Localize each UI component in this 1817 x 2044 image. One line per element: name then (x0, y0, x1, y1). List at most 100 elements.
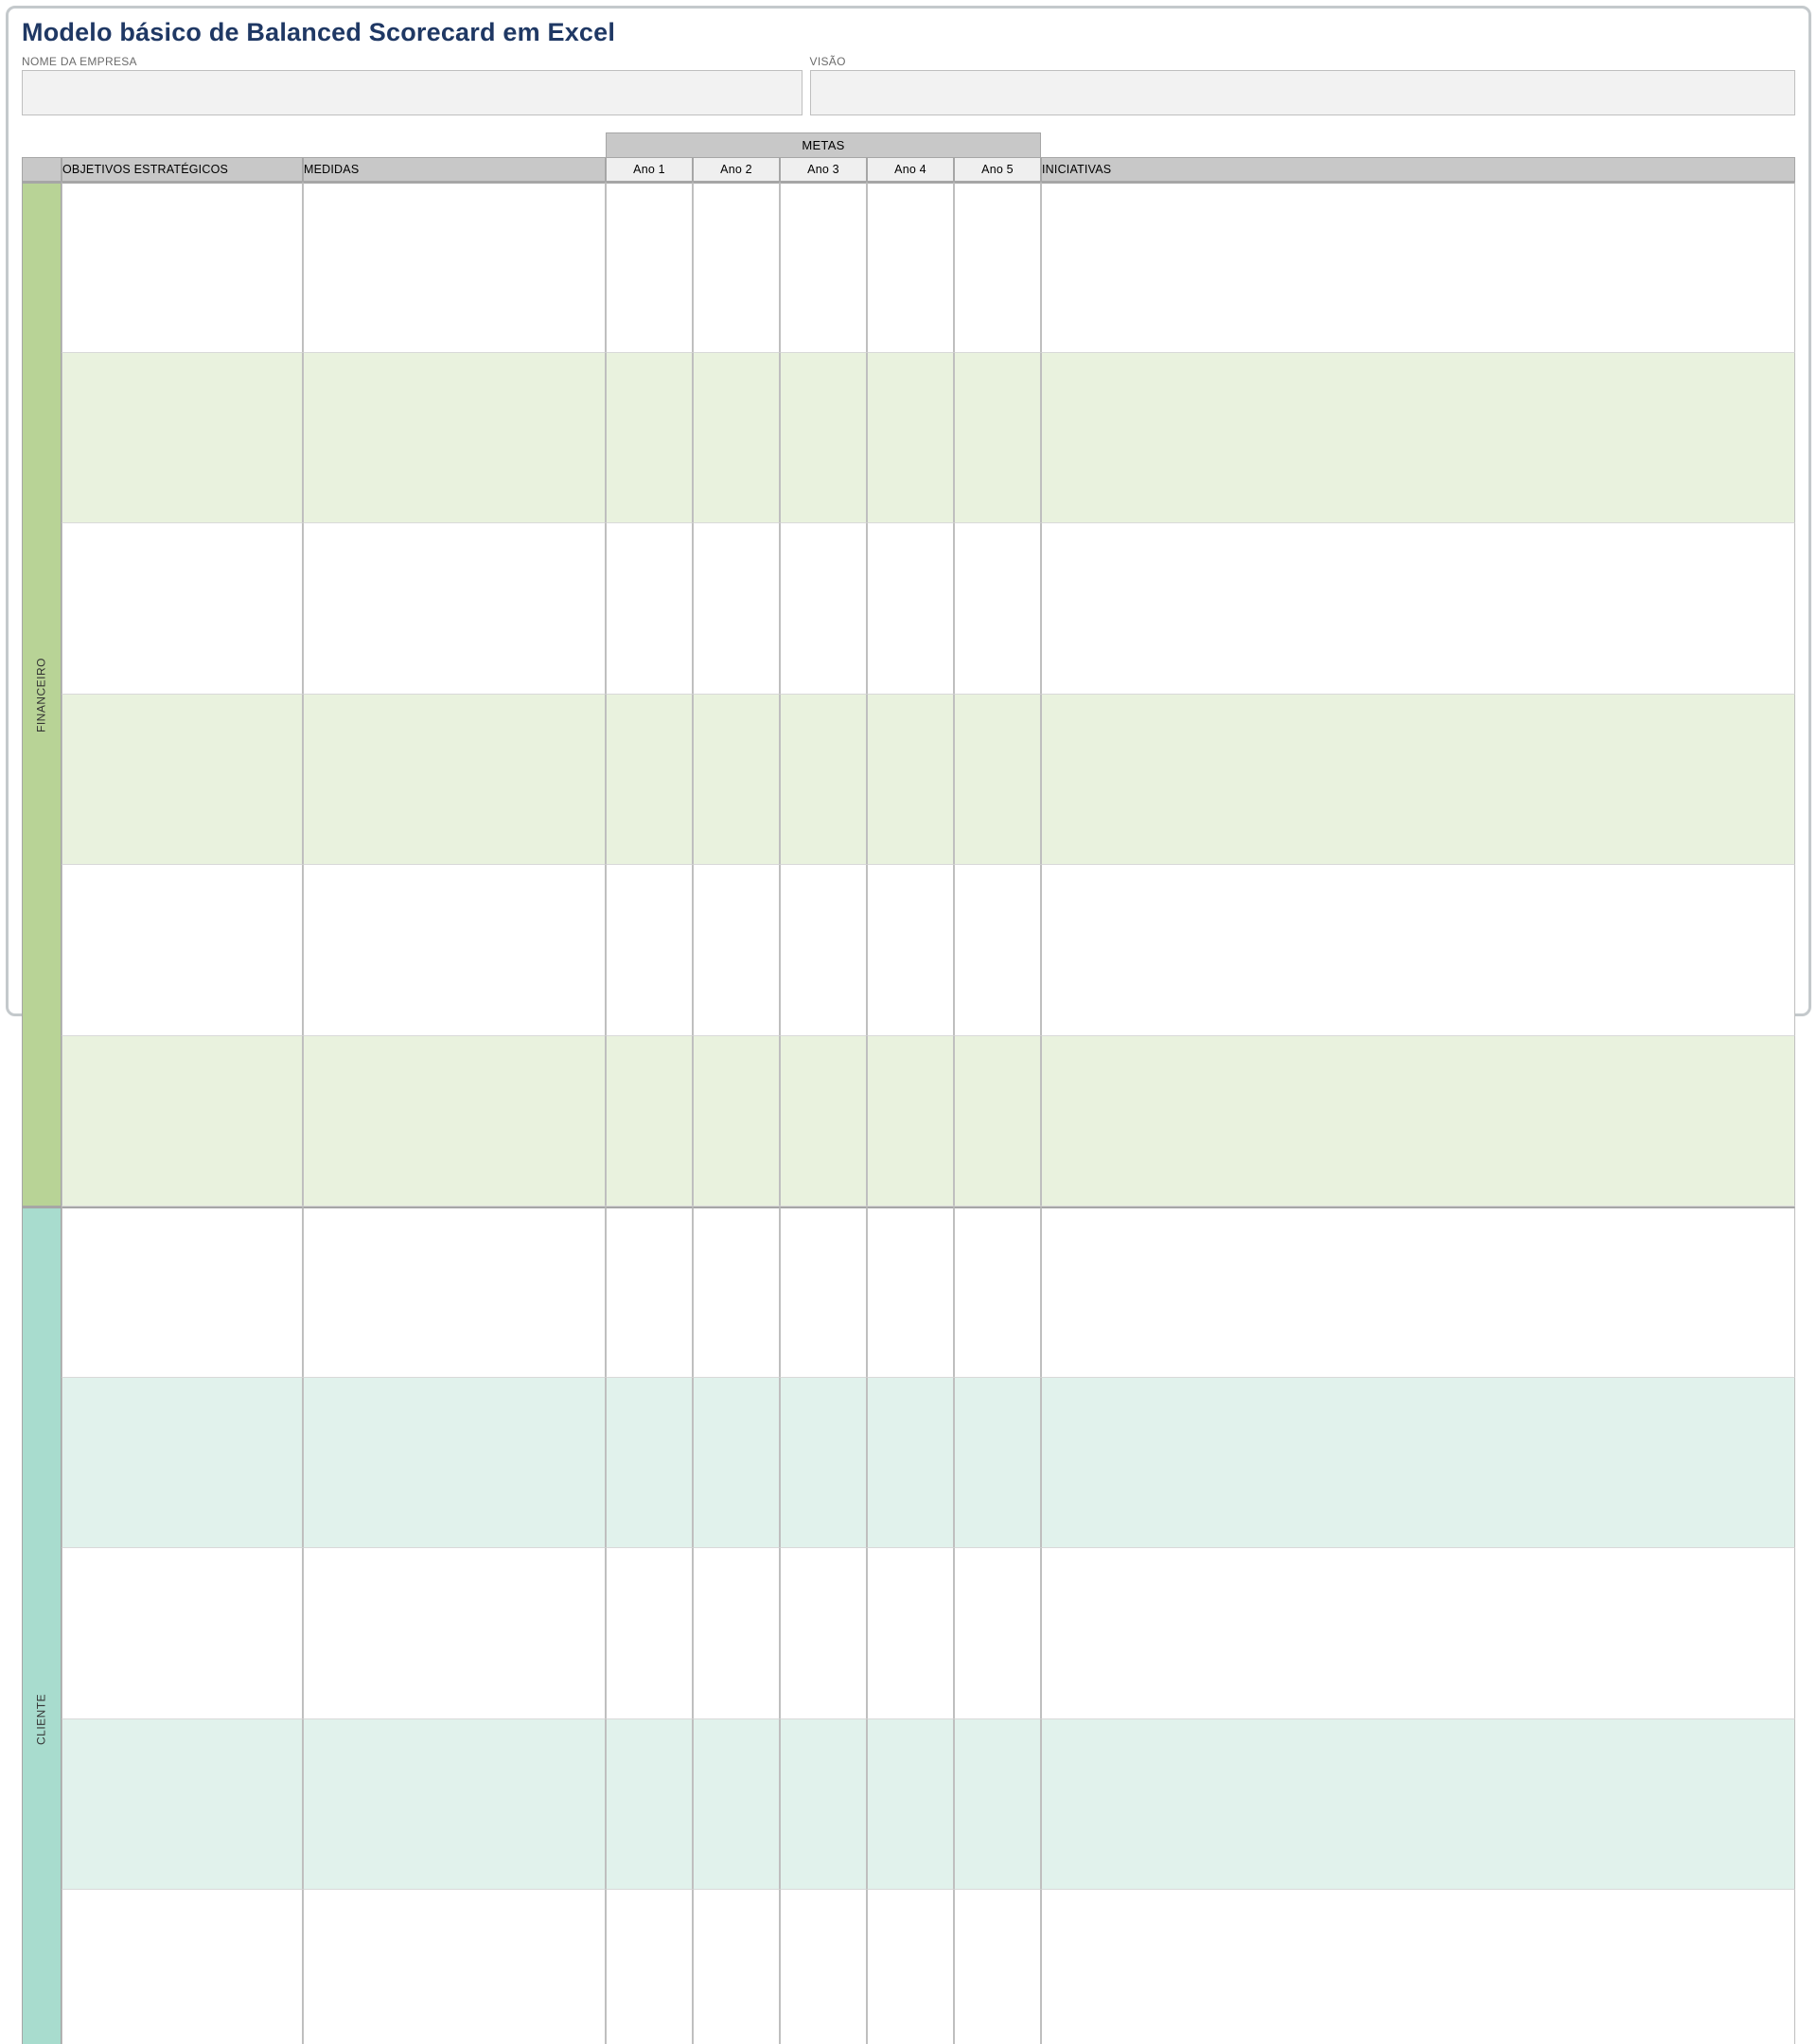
cell-year-4[interactable] (867, 865, 954, 1036)
cell-measure[interactable] (303, 1719, 606, 1891)
cell-measure[interactable] (303, 1207, 606, 1378)
cell-year-2[interactable] (693, 1036, 780, 1207)
form-row: NOME DA EMPRESA VISÃO (22, 55, 1795, 115)
cell-year-1[interactable] (606, 523, 693, 695)
cell-measure[interactable] (303, 1890, 606, 2044)
cell-year-3[interactable] (780, 1378, 867, 1549)
cell-year-5[interactable] (954, 1207, 1041, 1378)
cell-measure[interactable] (303, 865, 606, 1036)
column-group-targets: METAS (606, 132, 1041, 157)
cell-initiative[interactable] (1041, 523, 1795, 695)
cell-year-4[interactable] (867, 1378, 954, 1549)
scorecard-table: METASOBJETIVOS ESTRATÉGICOSMEDIDASAno 1A… (22, 132, 1795, 2044)
cell-year-4[interactable] (867, 1207, 954, 1378)
cell-year-5[interactable] (954, 1378, 1041, 1549)
cell-year-3[interactable] (780, 353, 867, 524)
cell-year-3[interactable] (780, 1890, 867, 2044)
cell-year-2[interactable] (693, 1890, 780, 2044)
cell-objective[interactable] (62, 1548, 303, 1719)
cell-year-4[interactable] (867, 1890, 954, 2044)
cell-initiative[interactable] (1041, 1207, 1795, 1378)
cell-year-1[interactable] (606, 695, 693, 866)
cell-year-1[interactable] (606, 865, 693, 1036)
cell-year-2[interactable] (693, 353, 780, 524)
cell-year-4[interactable] (867, 1548, 954, 1719)
cell-year-5[interactable] (954, 1036, 1041, 1207)
perspective-label: CLIENTE (23, 1208, 61, 2044)
vision-field-group: VISÃO (810, 55, 1795, 115)
cell-year-1[interactable] (606, 1890, 693, 2044)
cell-initiative[interactable] (1041, 1548, 1795, 1719)
cell-initiative[interactable] (1041, 353, 1795, 524)
cell-year-2[interactable] (693, 182, 780, 353)
cell-measure[interactable] (303, 1378, 606, 1549)
cell-year-1[interactable] (606, 1548, 693, 1719)
cell-measure[interactable] (303, 1036, 606, 1207)
cell-year-4[interactable] (867, 523, 954, 695)
cell-year-3[interactable] (780, 1207, 867, 1378)
cell-measure[interactable] (303, 523, 606, 695)
cell-initiative[interactable] (1041, 695, 1795, 866)
cell-year-3[interactable] (780, 182, 867, 353)
cell-year-5[interactable] (954, 695, 1041, 866)
cell-measure[interactable] (303, 353, 606, 524)
cell-year-1[interactable] (606, 1378, 693, 1549)
cell-year-3[interactable] (780, 1719, 867, 1891)
cell-year-5[interactable] (954, 353, 1041, 524)
cell-objective[interactable] (62, 182, 303, 353)
cell-year-5[interactable] (954, 1548, 1041, 1719)
column-initiatives: INICIATIVAS (1041, 157, 1795, 182)
cell-year-5[interactable] (954, 1719, 1041, 1891)
cell-year-3[interactable] (780, 523, 867, 695)
cell-year-4[interactable] (867, 1719, 954, 1891)
cell-initiative[interactable] (1041, 1036, 1795, 1207)
cell-year-5[interactable] (954, 182, 1041, 353)
cell-year-5[interactable] (954, 1890, 1041, 2044)
cell-objective[interactable] (62, 1207, 303, 1378)
vision-input[interactable] (810, 70, 1795, 115)
cell-year-2[interactable] (693, 523, 780, 695)
cell-year-2[interactable] (693, 1719, 780, 1891)
cell-measure[interactable] (303, 695, 606, 866)
cell-year-4[interactable] (867, 695, 954, 866)
cell-initiative[interactable] (1041, 865, 1795, 1036)
cell-year-1[interactable] (606, 1036, 693, 1207)
cell-year-3[interactable] (780, 865, 867, 1036)
cell-year-3[interactable] (780, 1548, 867, 1719)
cell-objective[interactable] (62, 1719, 303, 1891)
cell-year-2[interactable] (693, 695, 780, 866)
cell-year-5[interactable] (954, 865, 1041, 1036)
cell-objective[interactable] (62, 865, 303, 1036)
company-input[interactable] (22, 70, 803, 115)
cell-measure[interactable] (303, 182, 606, 353)
cell-objective[interactable] (62, 695, 303, 866)
cell-year-2[interactable] (693, 1207, 780, 1378)
cell-year-1[interactable] (606, 1207, 693, 1378)
cell-year-3[interactable] (780, 1036, 867, 1207)
cell-year-4[interactable] (867, 182, 954, 353)
cell-initiative[interactable] (1041, 182, 1795, 353)
cell-objective[interactable] (62, 1378, 303, 1549)
cell-year-4[interactable] (867, 353, 954, 524)
cell-year-3[interactable] (780, 695, 867, 866)
cell-initiative[interactable] (1041, 1719, 1795, 1891)
column-objectives: OBJETIVOS ESTRATÉGICOS (62, 157, 303, 182)
scorecard-frame: Modelo básico de Balanced Scorecard em E… (6, 6, 1811, 1016)
vision-label: VISÃO (810, 55, 1795, 68)
cell-year-5[interactable] (954, 523, 1041, 695)
cell-year-2[interactable] (693, 865, 780, 1036)
cell-year-2[interactable] (693, 1548, 780, 1719)
cell-year-1[interactable] (606, 1719, 693, 1891)
cell-year-4[interactable] (867, 1036, 954, 1207)
cell-initiative[interactable] (1041, 1890, 1795, 2044)
company-field-group: NOME DA EMPRESA (22, 55, 803, 115)
cell-objective[interactable] (62, 1890, 303, 2044)
cell-objective[interactable] (62, 1036, 303, 1207)
cell-year-1[interactable] (606, 353, 693, 524)
cell-objective[interactable] (62, 523, 303, 695)
cell-measure[interactable] (303, 1548, 606, 1719)
cell-year-1[interactable] (606, 182, 693, 353)
cell-objective[interactable] (62, 353, 303, 524)
cell-year-2[interactable] (693, 1378, 780, 1549)
cell-initiative[interactable] (1041, 1378, 1795, 1549)
